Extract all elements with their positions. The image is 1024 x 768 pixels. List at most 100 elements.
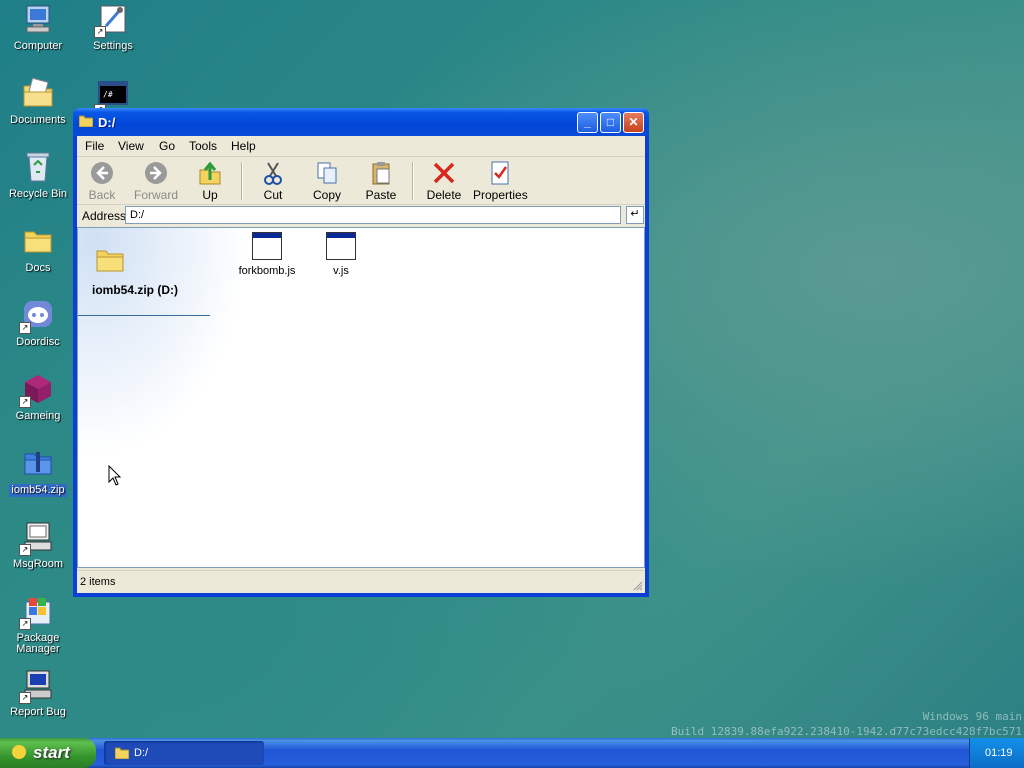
- properties-label: Properties: [473, 188, 528, 202]
- start-label: start: [33, 743, 70, 762]
- explorer-window[interactable]: D:/ _ □ ✕ File View Go Tools Help Back F…: [73, 108, 649, 597]
- desktop-icon-label: Report Bug: [10, 706, 66, 718]
- documents-icon: [21, 76, 55, 110]
- minimize-button[interactable]: _: [577, 112, 598, 133]
- taskbar-window-button[interactable]: D:/: [104, 741, 264, 765]
- cube-icon: ↗: [19, 372, 55, 408]
- shortcut-arrow-icon: ↗: [19, 396, 31, 408]
- zip-icon: [21, 446, 55, 480]
- clipboard-icon: [368, 160, 394, 186]
- desktop-icon-label: iomb54.zip: [9, 484, 67, 497]
- menu-tools[interactable]: Tools: [189, 139, 217, 153]
- up-label: Up: [202, 188, 218, 202]
- desktop-icon-computer[interactable]: Computer: [0, 2, 76, 53]
- folder-icon: [78, 115, 94, 128]
- mouse-cursor-icon: [108, 464, 122, 490]
- shortcut-arrow-icon: ↗: [19, 544, 31, 556]
- forward-label: Forward: [133, 188, 178, 202]
- toolbar: Back Forward Up Cut Copy Paste Delete Pr…: [77, 157, 645, 205]
- properties-button[interactable]: Properties: [473, 160, 528, 202]
- desktop-icon-settings[interactable]: ↗ Settings: [75, 2, 151, 53]
- desktop-icon-label: Gameing: [15, 410, 61, 422]
- package-icon: ↗: [19, 594, 55, 630]
- toolbar-separator: [241, 162, 243, 200]
- desktop-icon-doordisc[interactable]: ↗ Doordisc: [0, 298, 76, 349]
- paste-button[interactable]: Paste: [356, 160, 406, 202]
- build-line-2: Build 12839.88efa922.238410-1942.d77c73e…: [671, 725, 1022, 738]
- file-name: v.js: [333, 265, 349, 277]
- js-file-icon: [326, 232, 356, 260]
- address-bar: Address D:/ ↵: [77, 205, 645, 228]
- delete-label: Delete: [426, 188, 462, 202]
- desktop-icon-label: MsgRoom: [12, 558, 64, 570]
- resize-grip-icon[interactable]: [633, 581, 643, 591]
- close-button[interactable]: ✕: [623, 112, 644, 133]
- file-item[interactable]: v.js: [308, 232, 374, 277]
- start-button[interactable]: start: [0, 738, 96, 768]
- menu-help[interactable]: Help: [231, 139, 256, 153]
- desktop-icon-report-bug[interactable]: ↗ Report Bug: [0, 668, 76, 719]
- cut-button[interactable]: Cut: [248, 160, 298, 202]
- desktop-icon-zip[interactable]: iomb54.zip: [0, 446, 76, 497]
- js-file-icon: [252, 232, 282, 260]
- desktop-icon-gameing[interactable]: ↗ Gameing: [0, 372, 76, 423]
- menu-file[interactable]: File: [85, 139, 104, 153]
- menu-bar: File View Go Tools Help: [77, 136, 645, 157]
- desktop-icon-label: Recycle Bin: [8, 188, 68, 200]
- copy-button[interactable]: Copy: [302, 160, 352, 202]
- delete-button[interactable]: Delete: [419, 160, 469, 202]
- desktop-icon-label: Package Manager: [16, 632, 60, 655]
- shortcut-arrow-icon: ↗: [19, 322, 31, 334]
- build-line-1: Windows 96 main: [922, 710, 1022, 723]
- window-titlebar[interactable]: D:/ _ □ ✕: [73, 108, 649, 136]
- recycle-bin-icon: [21, 150, 55, 184]
- status-bar: 2 items: [77, 570, 645, 593]
- system-tray: 01:19: [969, 738, 1024, 768]
- cut-label: Cut: [263, 188, 283, 202]
- smiley-logo-icon: [12, 745, 26, 759]
- drive-label: iomb54.zip (D:): [92, 283, 178, 297]
- file-name: forkbomb.js: [238, 265, 296, 277]
- settings-icon: ↗: [94, 2, 130, 38]
- menu-view[interactable]: View: [118, 139, 144, 153]
- desktop-icon-msgroom[interactable]: ↗ MsgRoom: [0, 520, 76, 571]
- build-watermark: Windows 96 main Build 12839.88efa922.238…: [671, 709, 1022, 739]
- desktop-icon-recycle-bin[interactable]: Recycle Bin: [0, 150, 76, 201]
- back-label: Back: [88, 188, 116, 202]
- desktop-icon-docs[interactable]: Docs: [0, 224, 76, 275]
- desktop-icon-label: Documents: [10, 114, 66, 126]
- shortcut-arrow-icon: ↗: [19, 692, 31, 704]
- copy-label: Copy: [312, 188, 341, 202]
- desktop-icon-label: Doordisc: [16, 336, 60, 348]
- up-button[interactable]: Up: [185, 160, 235, 202]
- discord-icon: ↗: [19, 298, 55, 334]
- back-arrow-icon: [89, 160, 115, 186]
- status-text: 2 items: [80, 576, 116, 588]
- taskbar: start D:/ 01:19: [0, 738, 1024, 768]
- go-button[interactable]: ↵: [626, 206, 644, 224]
- folder-icon: [114, 747, 130, 760]
- address-label: Address: [82, 209, 127, 223]
- delete-x-icon: [431, 160, 457, 186]
- computer-icon: [21, 2, 55, 36]
- back-button[interactable]: Back: [77, 160, 127, 202]
- menu-go[interactable]: Go: [159, 139, 175, 153]
- forward-button[interactable]: Forward: [131, 160, 181, 202]
- msgroom-icon: ↗: [19, 520, 55, 556]
- window-title: D:/: [98, 115, 116, 130]
- clock[interactable]: 01:19: [985, 747, 1013, 759]
- desktop-icon-label: Settings: [93, 40, 133, 52]
- maximize-button[interactable]: □: [600, 112, 621, 133]
- file-view[interactable]: iomb54.zip (D:) forkbomb.js v.js: [77, 227, 645, 568]
- taskbar-window-label: D:/: [134, 747, 149, 759]
- desktop-icon-label: Computer: [13, 40, 63, 52]
- address-input[interactable]: D:/: [125, 206, 621, 224]
- properties-icon: [487, 160, 513, 186]
- folder-icon: [96, 248, 124, 275]
- folder-up-icon: [197, 160, 223, 186]
- forward-arrow-icon: [143, 160, 169, 186]
- desktop-icon-package-manager[interactable]: ↗ Package Manager: [0, 594, 76, 656]
- file-item[interactable]: forkbomb.js: [234, 232, 300, 277]
- desktop-icon-documents[interactable]: Documents: [0, 76, 76, 127]
- paste-label: Paste: [365, 188, 397, 202]
